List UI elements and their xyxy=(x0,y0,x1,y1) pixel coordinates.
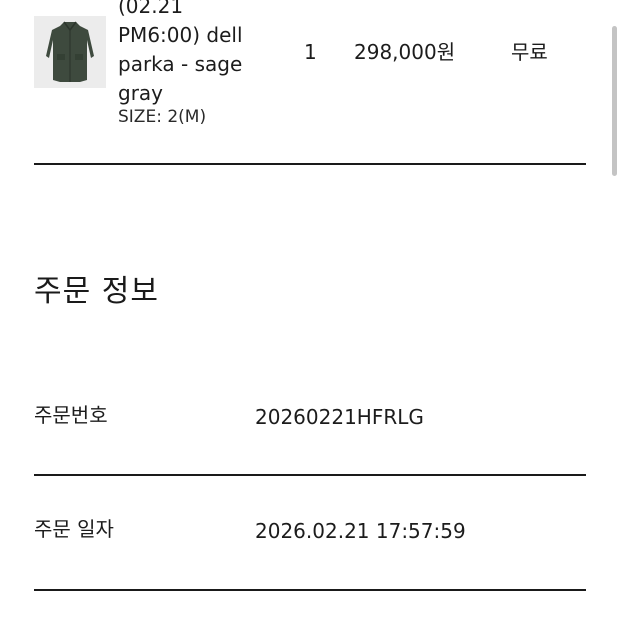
order-number-value: 20260221HFRLG xyxy=(255,405,424,429)
product-option: SIZE: 2(M) xyxy=(118,107,207,127)
order-detail-page: (02.21 PM6:00) dell parka - sage gray SI… xyxy=(0,0,620,620)
divider xyxy=(34,589,586,591)
section-title-order-info: 주문 정보 xyxy=(34,274,159,309)
shipping-fee: 무료 xyxy=(511,40,548,64)
parka-image-icon xyxy=(34,16,106,88)
order-date-value: 2026.02.21 17:57:59 xyxy=(255,519,466,543)
product-quantity: 1 xyxy=(304,40,317,64)
order-item-row[interactable]: (02.21 PM6:00) dell parka - sage gray SI… xyxy=(34,0,586,137)
order-number-label: 주문번호 xyxy=(34,403,108,427)
divider xyxy=(34,163,586,165)
scrollbar[interactable] xyxy=(610,0,620,620)
product-thumbnail[interactable] xyxy=(34,16,106,88)
scrollbar-thumb[interactable] xyxy=(612,26,617,176)
product-price: 298,000원 xyxy=(354,40,456,64)
divider xyxy=(34,474,586,476)
product-name[interactable]: (02.21 PM6:00) dell parka - sage gray xyxy=(118,0,288,108)
order-date-label: 주문 일자 xyxy=(34,517,114,541)
